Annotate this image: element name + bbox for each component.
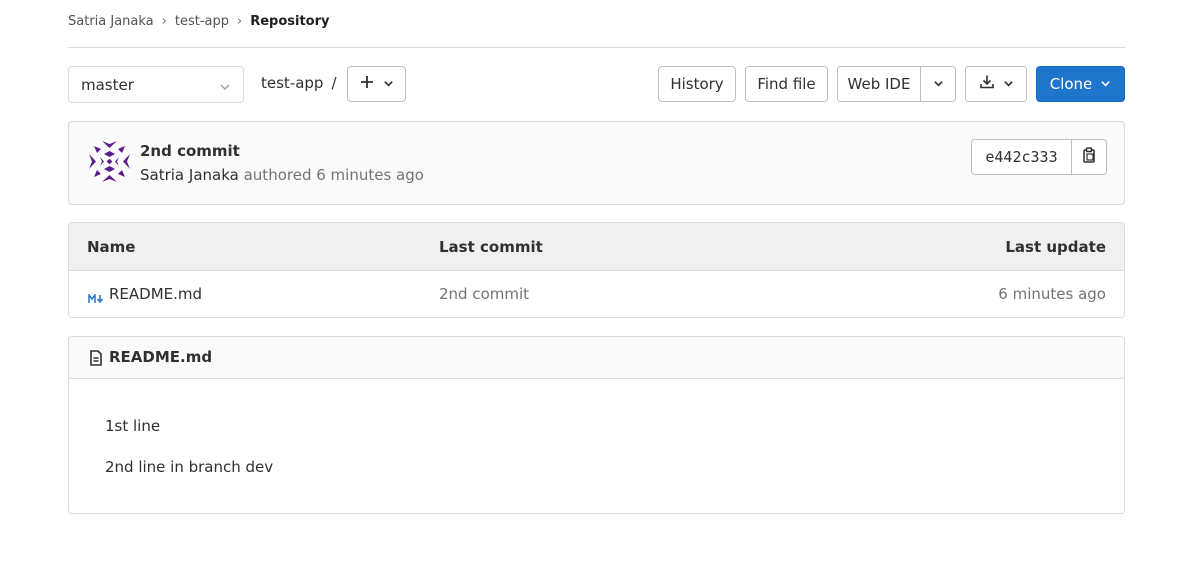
download-button[interactable] [965,66,1027,102]
clipboard-icon [1082,147,1096,167]
branch-name: master [81,75,134,94]
find-file-button[interactable]: Find file [745,66,828,102]
breadcrumb: Satria Janaka › test-app › Repository [68,12,330,30]
file-name-link[interactable]: README.md [109,285,202,303]
table-row[interactable]: README.md 2nd commit 6 minutes ago [69,271,1124,317]
chevron-right-icon: › [237,13,243,29]
table-header: Name Last commit Last update [69,223,1124,271]
download-icon [979,74,995,94]
commit-author[interactable]: Satria Janaka [140,166,239,184]
readme-header: README.md [69,337,1124,379]
avatar[interactable] [88,140,131,183]
markdown-icon [88,289,104,308]
chevron-down-icon [933,75,944,93]
readme-line: 1st line [105,417,161,435]
plus-icon [360,75,374,93]
commit-meta: Satria Janaka authored 6 minutes ago [140,166,424,184]
clone-label: Clone [1049,75,1093,93]
repo-path-link[interactable]: test-app [261,74,323,92]
file-tree-table: Name Last commit Last update README.md 2… [68,222,1125,318]
file-last-update: 6 minutes ago [998,285,1106,303]
breadcrumb-divider [68,47,1125,48]
column-header-last-update: Last update [1005,238,1106,256]
commit-title[interactable]: 2nd commit [140,142,240,160]
column-header-last-commit: Last commit [439,238,543,256]
last-commit-panel: 2nd commit Satria Janaka authored 6 minu… [68,121,1125,205]
file-last-commit-link[interactable]: 2nd commit [439,285,529,303]
readme-panel: README.md 1st line 2nd line in branch de… [68,336,1125,514]
chevron-down-icon [383,75,394,93]
web-ide-button[interactable]: Web IDE [837,66,921,102]
chevron-down-icon [1003,75,1014,93]
readme-title[interactable]: README.md [109,348,212,366]
column-header-name: Name [87,238,136,256]
commit-time: authored 6 minutes ago [243,166,424,184]
readme-line: 2nd line in branch dev [105,458,274,476]
breadcrumb-current[interactable]: Repository [250,14,329,29]
history-button[interactable]: History [658,66,736,102]
repo-path: test-app / [261,74,337,92]
chevron-down-icon [1100,75,1111,93]
add-dropdown-button[interactable] [347,66,406,102]
path-separator: / [331,74,337,92]
document-icon [89,350,103,370]
chevron-right-icon: › [161,13,167,29]
chevron-down-icon [219,79,231,97]
clone-button[interactable]: Clone [1036,66,1125,102]
copy-sha-button[interactable] [1072,139,1107,175]
commit-sha-group: e442c333 [971,139,1107,175]
branch-selector[interactable]: master [68,66,244,103]
breadcrumb-owner[interactable]: Satria Janaka [68,14,154,29]
commit-sha[interactable]: e442c333 [971,139,1072,175]
web-ide-dropdown-toggle[interactable] [920,66,956,102]
breadcrumb-project[interactable]: test-app [175,14,229,29]
